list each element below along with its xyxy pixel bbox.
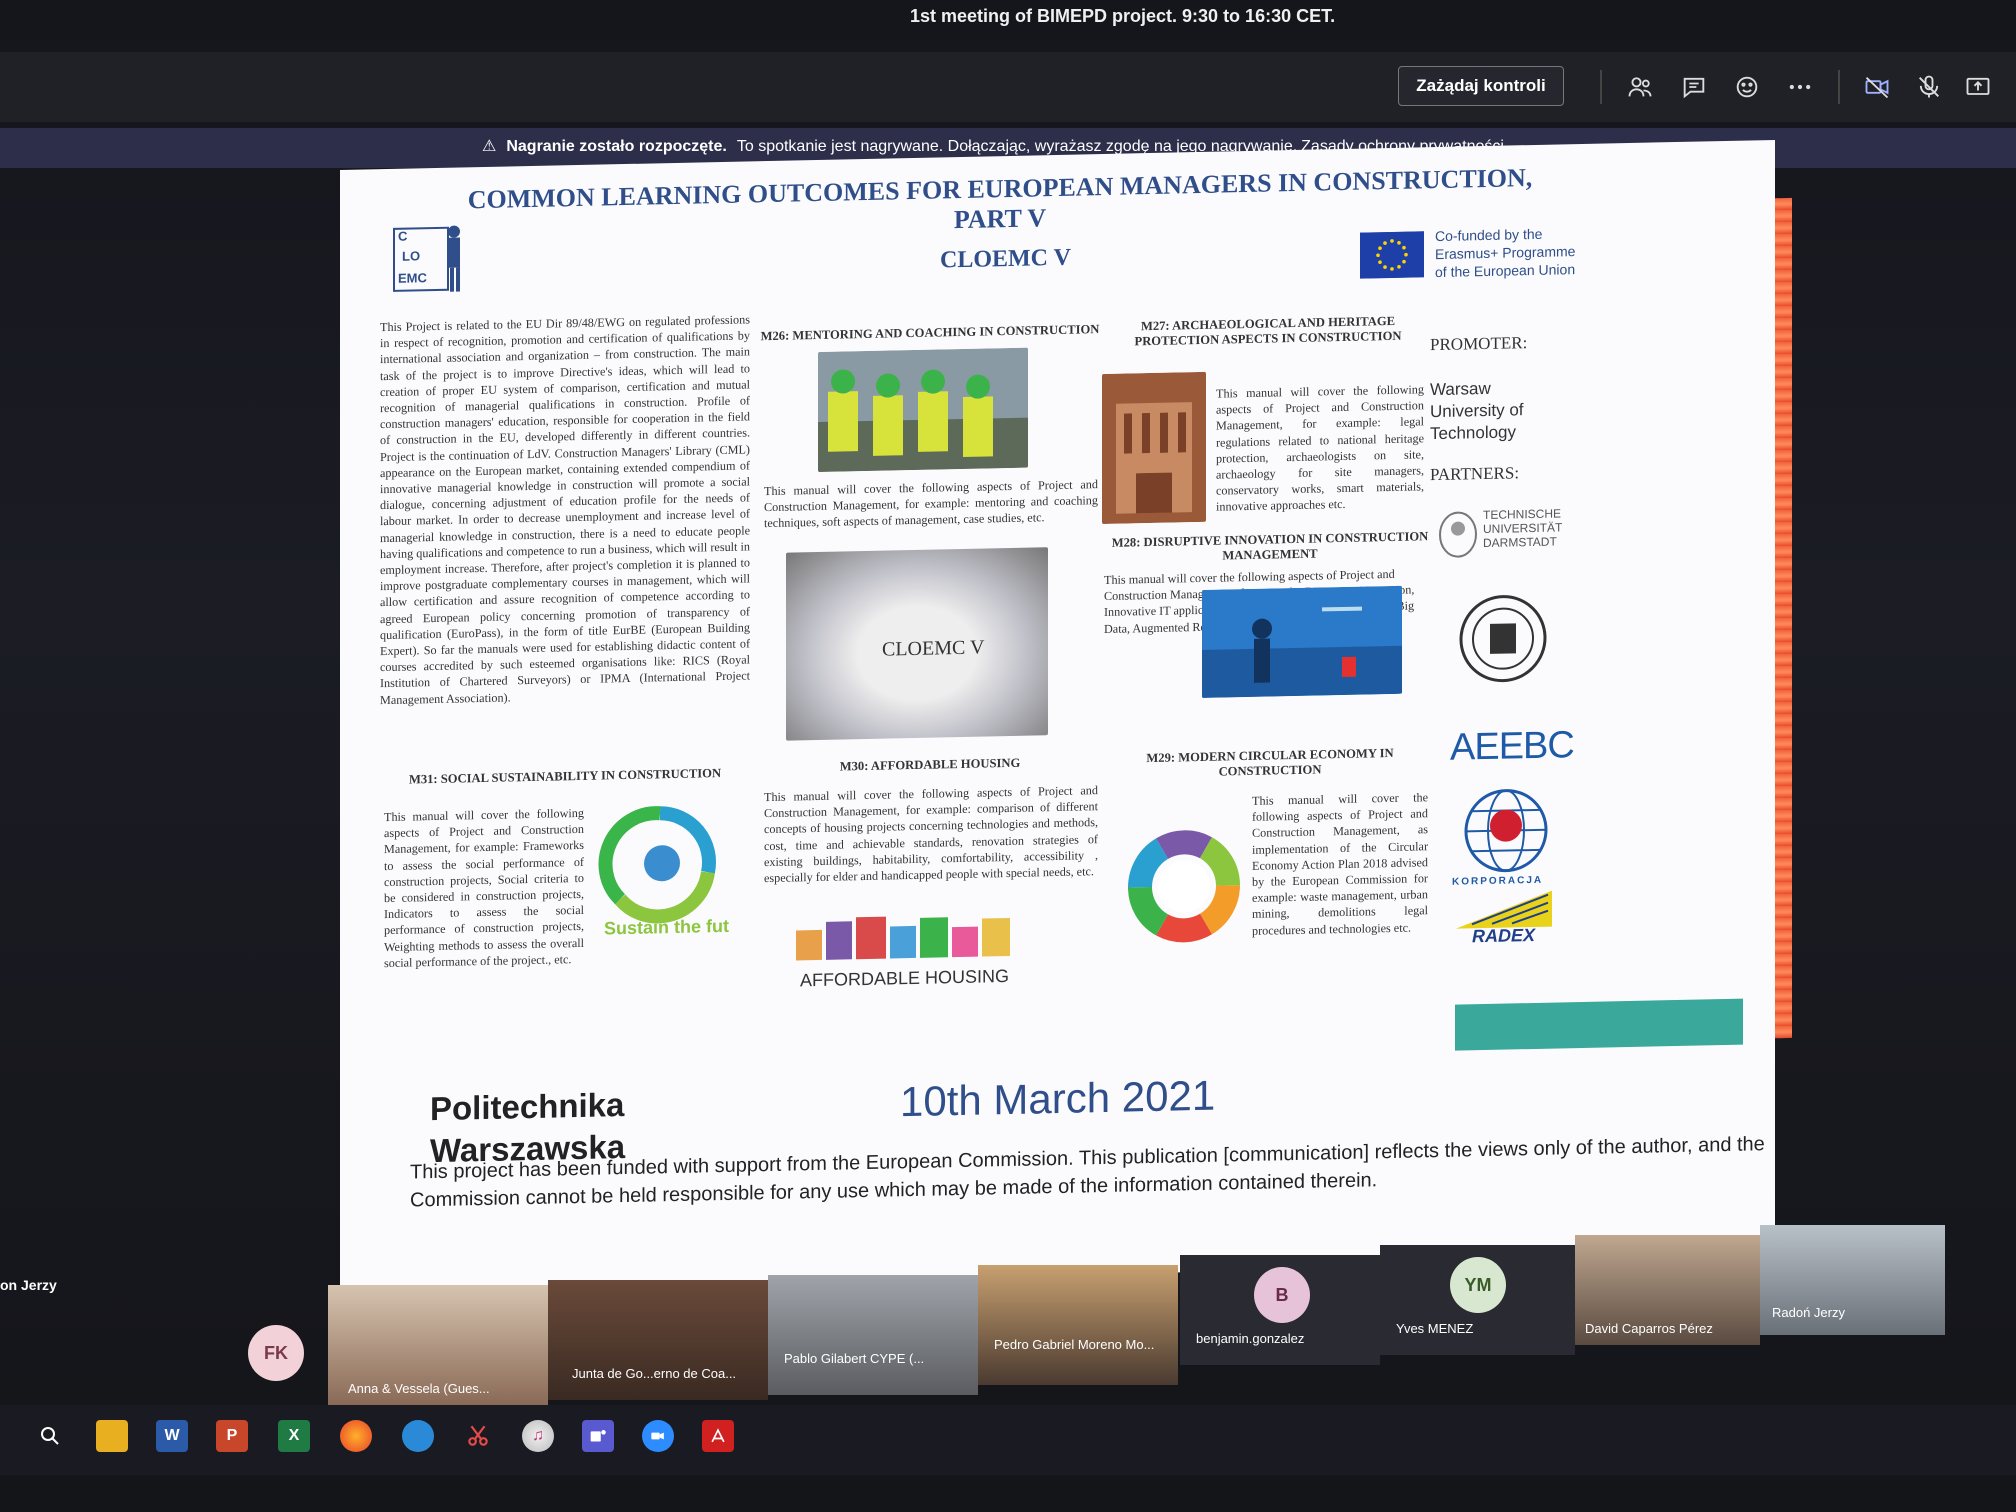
participant-tile[interactable]: Pablo Gilabert CYPE (... (768, 1275, 978, 1395)
promoter-name: Warsaw University of Technology (1430, 378, 1524, 444)
meeting-toolbar (0, 52, 2016, 122)
participant-tile[interactable]: Junta de Go...erno de Coa... (548, 1280, 768, 1400)
m27-heading: M27: ARCHAEOLOGICAL AND HERITAGE PROTECT… (1134, 313, 1402, 349)
m31-text: This manual will cover the following asp… (384, 805, 584, 970)
shared-poster: COMMON LEARNING OUTCOMES FOR EUROPEAN MA… (340, 139, 1775, 1290)
poster-date: 10th March 2021 (900, 1071, 1216, 1126)
participant-tile[interactable]: Pedro Gabriel Moreno Mo... (978, 1265, 1178, 1385)
file-explorer-icon[interactable] (96, 1420, 128, 1452)
participant-avatar-b: B (1254, 1267, 1310, 1323)
housing-image-label: AFFORDABLE HOUSING (800, 966, 1009, 990)
search-icon[interactable] (34, 1420, 66, 1452)
logo-letters-lo: LO (402, 248, 420, 263)
upv-valencia-seal (1459, 595, 1547, 683)
m30-housing-image: AFFORDABLE HOUSING (796, 916, 1010, 990)
project-acronym: CLOEMC V (940, 244, 1071, 274)
participant-tile[interactable]: B benjamin.gonzalez (1180, 1255, 1380, 1365)
m29-circular-economy-image (1128, 830, 1240, 943)
m28-innovation-image (1202, 585, 1402, 698)
itunes-icon[interactable]: ♫ (522, 1420, 554, 1452)
participant-name: Pablo Gilabert CYPE (... (784, 1351, 925, 1366)
share-screen-icon[interactable] (1963, 72, 1993, 102)
participant-avatar-fk[interactable]: FK (248, 1325, 304, 1381)
m26-heading: M26: MENTORING AND COACHING IN CONSTRUCT… (760, 322, 1100, 344)
tud-line: DARMSTADT (1483, 534, 1557, 551)
participants-icon[interactable] (1625, 72, 1655, 102)
warning-icon: ⚠ (482, 138, 497, 155)
cofunded-text: Co-funded by the Erasmus+ Programme of t… (1435, 224, 1575, 281)
m30-text: This manual will cover the following asp… (764, 783, 1098, 886)
participant-name: Yves MENEZ (1396, 1321, 1474, 1336)
request-control-button[interactable]: Zażądaj kontroli (1398, 66, 1564, 106)
toolbar-divider (1600, 70, 1602, 104)
logo-letters-c: C (398, 229, 408, 244)
participant-name: benjamin.gonzalez (1196, 1331, 1305, 1346)
participant-name: Junta de Go...erno de Coa... (572, 1366, 737, 1381)
library-image-label: CLOEMC V (882, 636, 985, 661)
reactions-icon[interactable] (1732, 72, 1762, 102)
cloemc-logo: C LO EMC (393, 225, 460, 292)
cloemc-library-image: CLOEMC V (786, 547, 1048, 741)
camera-off-icon[interactable] (1862, 72, 1892, 102)
m31-sustain-image: Sustain the future (598, 806, 730, 938)
m28-heading: M28: DISRUPTIVE INNOVATION IN CONSTRUCTI… (1111, 529, 1429, 563)
eu-flag-icon (1360, 231, 1424, 279)
aeebc-logo: AEEBC (1450, 724, 1574, 769)
edge-icon[interactable] (402, 1420, 434, 1452)
cofunded-line: of the European Union (1435, 261, 1576, 281)
participant-name-left: on Jerzy (0, 1277, 57, 1293)
excel-icon[interactable]: X (278, 1420, 310, 1452)
title-bar: 1st meeting of BIMEPD project. 9:30 to 1… (0, 0, 2016, 40)
word-icon[interactable]: W (156, 1420, 188, 1452)
m27-text: This manual will cover the following asp… (1216, 382, 1424, 515)
participant-name: Radoń Jerzy (1772, 1305, 1845, 1320)
tu-darmstadt-logo (1439, 511, 1477, 558)
teal-decor-bar (1455, 998, 1743, 1051)
m29-text: This manual will cover the following asp… (1252, 790, 1428, 938)
m30-heading: M30: AFFORDABLE HOUSING (839, 755, 1021, 774)
m26-text: This manual will cover the following asp… (764, 477, 1098, 531)
participant-tile[interactable]: David Caparros Pérez (1575, 1235, 1760, 1345)
snipping-tool-icon[interactable] (462, 1420, 494, 1452)
pw-line: Politechnika (430, 1086, 625, 1128)
mic-off-icon[interactable] (1914, 72, 1944, 102)
participant-name: David Caparros Pérez (1585, 1321, 1713, 1336)
m27-petra-image (1102, 371, 1206, 525)
participant-tile[interactable]: Radoń Jerzy (1760, 1225, 1945, 1335)
powerpoint-icon[interactable]: P (216, 1420, 248, 1452)
meeting-title: 1st meeting of BIMEPD project. 9:30 to 1… (910, 6, 1336, 26)
m29-heading: M29: MODERN CIRCULAR ECONOMY IN CONSTRUC… (1146, 745, 1394, 779)
recording-started-label: Nagranie zostało rozpoczęte. (506, 138, 727, 155)
m26-workers-image (818, 347, 1028, 472)
participant-tile[interactable]: Anna & Vessela (Gues... (328, 1285, 548, 1405)
participant-name: Anna & Vessela (Gues... (348, 1381, 490, 1396)
participant-avatar-ym: YM (1450, 1257, 1506, 1313)
teams-icon[interactable] (582, 1420, 614, 1452)
intro-text: This Project is related to the EU Dir 89… (380, 312, 750, 707)
participants-row: on Jerzy FK Anna & Vessela (Gues... Junt… (0, 1205, 2016, 1405)
partners-label: PARTNERS: (1430, 463, 1520, 485)
participant-name: Pedro Gabriel Moreno Mo... (994, 1337, 1155, 1352)
globe-partner-logo (1464, 789, 1548, 873)
tu-darmstadt-text: TECHNISCHE UNIVERSITÄT DARMSTADT (1483, 506, 1562, 550)
promoter-label: PROMOTER: (1430, 333, 1528, 355)
acrobat-icon[interactable] (702, 1420, 734, 1452)
monitor-screen: 1st meeting of BIMEPD project. 9:30 to 1… (0, 0, 2016, 1512)
chat-icon[interactable] (1679, 72, 1709, 102)
more-options-icon[interactable] (1785, 72, 1815, 102)
toolbar-divider (1838, 70, 1840, 104)
logo-letters-emc: EMC (398, 270, 427, 286)
participant-tile[interactable]: YM Yves MENEZ (1380, 1245, 1575, 1355)
zoom-icon[interactable] (642, 1420, 674, 1452)
sustain-image-label: Sustain the future (604, 915, 730, 938)
firefox-icon[interactable] (340, 1420, 372, 1452)
radex-logo: RADEX (1472, 924, 1536, 947)
radex-korporacja-text: KORPORACJA (1452, 874, 1544, 888)
